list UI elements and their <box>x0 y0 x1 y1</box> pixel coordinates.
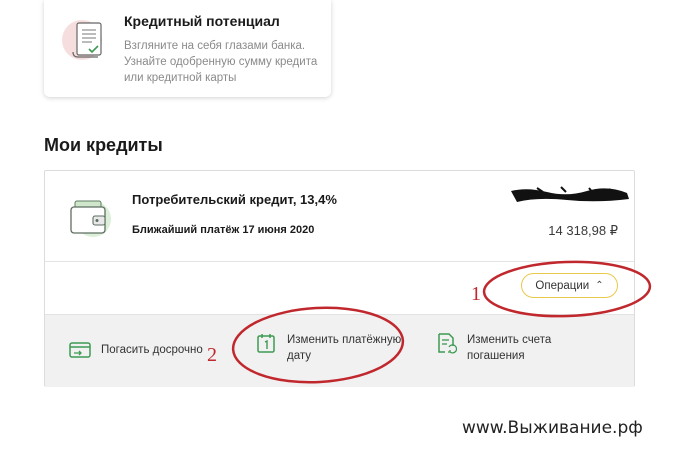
credit-potential-title: Кредитный потенциал <box>124 13 280 29</box>
operations-actions: Погасить досрочно Изменить платёжную дат… <box>45 314 634 387</box>
wallet-cards-icon <box>70 200 111 237</box>
screen: Кредитный потенциал Взгляните на себя гл… <box>0 0 700 453</box>
credit-name: Потребительский кредит, 13,4% <box>132 192 337 207</box>
document-checklist-icon <box>62 20 102 60</box>
annotation-number-2: 2 <box>207 344 217 366</box>
document-refresh-icon <box>438 333 457 354</box>
redacted-account-number <box>511 186 629 202</box>
repay-early-label: Погасить досрочно <box>101 344 203 356</box>
change-repayment-accounts-button[interactable]: Изменить счета погашения <box>435 332 597 364</box>
operations-row: Операции ⌃ <box>45 262 634 314</box>
credit-card: Потребительский кредит, 13,4% Ближайший … <box>44 170 635 387</box>
my-credits-title: Мои кредиты <box>44 135 163 155</box>
calendar-one-icon <box>257 334 275 353</box>
operations-label: Операции <box>535 279 590 292</box>
operations-button[interactable]: Операции ⌃ <box>521 273 618 298</box>
credit-summary[interactable]: Потребительский кредит, 13,4% Ближайший … <box>45 171 634 262</box>
annotation-number-1: 1 <box>471 283 481 305</box>
next-payment: Ближайший платёж 17 июня 2020 <box>132 224 315 236</box>
credit-potential-description: Взгляните на себя глазами банка. Узнайте… <box>124 40 318 84</box>
credit-potential-card[interactable]: Кредитный потенциал Взгляните на себя гл… <box>44 0 331 97</box>
card-arrow-icon <box>69 342 91 358</box>
watermark: www.Выживание.рф <box>462 418 643 438</box>
repay-early-button[interactable]: Погасить досрочно <box>69 339 203 361</box>
chevron-up-icon: ⌃ <box>595 279 604 291</box>
change-payment-date-button[interactable]: Изменить платёжную дату <box>255 332 412 364</box>
credit-amount: 14 318,98 ₽ <box>548 223 618 238</box>
change-repayment-accounts-label: Изменить счета погашения <box>467 334 552 362</box>
change-payment-date-label: Изменить платёжную дату <box>287 334 402 362</box>
